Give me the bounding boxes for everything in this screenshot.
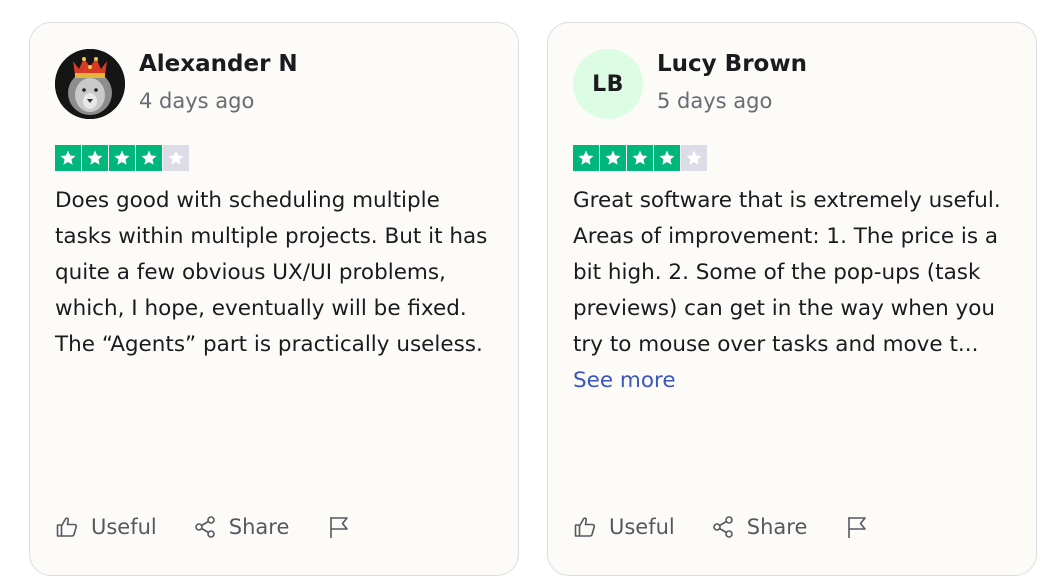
report-button[interactable] <box>327 515 351 539</box>
flag-icon <box>330 517 349 538</box>
star-icon <box>82 145 108 171</box>
useful-label: Useful <box>91 515 157 539</box>
star-icon <box>109 145 135 171</box>
star-rating <box>55 145 190 171</box>
star-icon <box>55 145 81 171</box>
report-button[interactable] <box>845 515 869 539</box>
review-body: Does good with scheduling multiple tasks… <box>55 188 488 357</box>
star-rating <box>573 145 708 171</box>
lion-avatar-icon <box>55 49 125 119</box>
flag-icon <box>848 517 867 538</box>
see-more-link[interactable]: See more <box>573 368 676 393</box>
share-label: Share <box>228 515 290 539</box>
useful-label: Useful <box>609 515 675 539</box>
review-actions: Useful Share <box>55 510 351 544</box>
useful-button[interactable]: Useful <box>55 515 157 539</box>
reviewer-avatar <box>55 49 125 119</box>
share-icon <box>194 516 215 538</box>
star-icon <box>573 145 599 171</box>
review-date: 4 days ago <box>139 89 255 113</box>
share-button[interactable]: Share <box>193 515 290 539</box>
thumbs-up-icon <box>56 517 78 537</box>
useful-button[interactable]: Useful <box>573 515 675 539</box>
share-label: Share <box>746 515 808 539</box>
review-text: Great software that is extremely useful.… <box>573 183 1019 399</box>
thumbs-up-icon <box>574 517 596 537</box>
reviewer-avatar: LB <box>573 49 643 119</box>
review-body: Great software that is extremely useful.… <box>573 188 1001 357</box>
review-text: Does good with scheduling multiple tasks… <box>55 183 501 363</box>
star-icon <box>136 145 162 171</box>
reviewer-name[interactable]: Alexander N <box>139 51 298 77</box>
reviews-container: Alexander N 4 days ago Does good with sc… <box>0 0 1056 588</box>
share-icon <box>712 516 733 538</box>
star-icon <box>681 145 707 171</box>
star-icon <box>654 145 680 171</box>
star-icon <box>600 145 626 171</box>
review-date: 5 days ago <box>657 89 773 113</box>
review-card: LB Lucy Brown 5 days ago Great software … <box>547 22 1037 576</box>
share-button[interactable]: Share <box>711 515 808 539</box>
star-icon <box>627 145 653 171</box>
star-icon <box>163 145 189 171</box>
review-card: Alexander N 4 days ago Does good with sc… <box>29 22 519 576</box>
review-actions: Useful Share <box>573 510 869 544</box>
reviewer-name[interactable]: Lucy Brown <box>657 51 807 77</box>
